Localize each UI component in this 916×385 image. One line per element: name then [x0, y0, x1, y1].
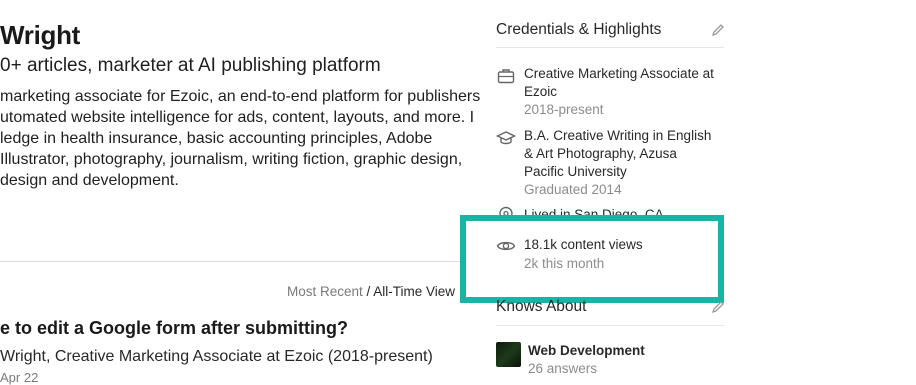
- profile-bio-line: Illustrator, photography, journalism, wr…: [0, 151, 463, 168]
- profile-bio-line: marketing associate for Ezoic, an end-to…: [0, 88, 481, 105]
- briefcase-icon: [497, 69, 515, 84]
- profile-bio-line: design and development.: [0, 172, 179, 189]
- section-divider: [0, 261, 470, 262]
- profile-bio-line: utomated website intelligence for ads, c…: [0, 109, 475, 126]
- sort-separator: /: [362, 284, 374, 299]
- graduation-cap-icon: [496, 131, 516, 145]
- credentials-heading: Credentials & Highlights: [496, 21, 662, 38]
- sidebar-divider: [496, 47, 724, 48]
- credential-job-line[interactable]: Ezoic: [524, 83, 557, 101]
- credential-education-line[interactable]: & Art Photography, Azusa: [524, 145, 677, 163]
- topic-name-link[interactable]: Web Development: [528, 343, 645, 358]
- eye-icon: [496, 241, 516, 251]
- sort-all-time-link[interactable]: All-Time View: [373, 284, 455, 299]
- credential-education-line[interactable]: Pacific University: [524, 163, 627, 181]
- sidebar-divider: [496, 325, 724, 326]
- knows-about-heading: Knows About: [496, 298, 587, 315]
- credential-education-line[interactable]: B.A. Creative Writing in English: [524, 127, 711, 145]
- answer-author-credential[interactable]: Wright, Creative Marketing Associate at …: [0, 348, 433, 366]
- profile-bio-line: ledge in health insurance, basic account…: [0, 130, 433, 147]
- edit-credentials-pencil-icon[interactable]: [711, 23, 725, 37]
- sort-most-recent-link[interactable]: Most Recent: [287, 284, 363, 299]
- profile-name: Wright: [0, 20, 81, 50]
- topic-thumbnail-image[interactable]: [496, 342, 521, 367]
- question-title-link[interactable]: e to edit a Google form after submitting…: [0, 318, 348, 339]
- content-views-monthly: 2k this month: [524, 256, 605, 271]
- edit-topics-pencil-icon[interactable]: [711, 300, 725, 314]
- profile-tagline: 0+ articles, marketer at AI publishing p…: [0, 55, 381, 76]
- feed-sort-toggle: Most Recent / All-Time View: [287, 284, 455, 299]
- credential-job-dates: 2018-present: [524, 102, 604, 117]
- content-views-count: 18.1k content views: [524, 237, 643, 252]
- topic-answer-count: 26 answers: [528, 361, 598, 376]
- credential-job-line[interactable]: Creative Marketing Associate at: [524, 65, 714, 83]
- credential-education-dates: Graduated 2014: [524, 182, 622, 197]
